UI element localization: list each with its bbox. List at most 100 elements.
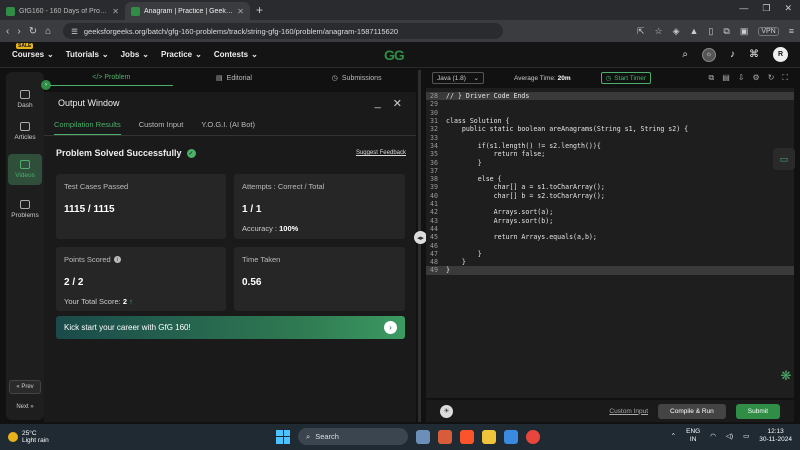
close-icon[interactable]: ✕	[393, 97, 402, 110]
code-line[interactable]: 47 }	[426, 250, 794, 258]
tab-compilation-results[interactable]: Compilation Results	[54, 115, 121, 135]
site-info-icon[interactable]: ☰	[71, 27, 78, 36]
info-icon[interactable]: i	[113, 256, 121, 263]
chat-icon[interactable]: ▭	[773, 148, 795, 170]
menu-contests[interactable]: Contests ⌄	[214, 50, 258, 59]
code-line[interactable]: 38 else {	[426, 175, 794, 183]
new-tab-button[interactable]: +	[256, 3, 263, 17]
sidebar-item-dash[interactable]: Dash	[8, 90, 42, 109]
custom-input-link[interactable]: Custom Input	[609, 408, 648, 415]
vpn-button[interactable]: VPN	[758, 26, 779, 36]
menu-courses[interactable]: SALE Courses ⌄	[12, 43, 54, 59]
menu-practice[interactable]: Practice ⌄	[161, 50, 202, 59]
code-line[interactable]: 49}	[426, 266, 794, 275]
code-line[interactable]: 30	[426, 109, 794, 117]
avatar[interactable]: R	[773, 47, 788, 62]
code-line[interactable]: 29	[426, 100, 794, 108]
code-line[interactable]: 44	[426, 225, 794, 233]
battery-icon[interactable]: ▭	[743, 432, 749, 440]
rewards-icon[interactable]: ▲	[690, 26, 699, 36]
browser-tab-anagram[interactable]: Anagram | Practice | GeeksforGe ✕	[125, 2, 250, 20]
code-line[interactable]: 32 public static boolean areAnagrams(Str…	[426, 125, 794, 133]
bookmark-icon[interactable]: ☆	[655, 26, 663, 37]
lightbulb-icon[interactable]: ☀	[440, 404, 453, 418]
clock[interactable]: 12:13 30-11-2024	[759, 428, 792, 444]
back-icon[interactable]: ‹	[6, 26, 9, 37]
sidebar-item-videos[interactable]: Videos	[8, 154, 42, 185]
code-line[interactable]: 41	[426, 200, 794, 208]
maximize-icon[interactable]: ❐	[762, 3, 770, 14]
code-line[interactable]: 48 }	[426, 258, 794, 266]
code-line[interactable]: 40 char[] b = s2.toCharArray();	[426, 192, 794, 200]
tab-problem[interactable]: </> Problem	[50, 70, 173, 86]
input-language[interactable]: ENG IN	[686, 428, 700, 444]
close-window-icon[interactable]: ✕	[784, 3, 792, 14]
extensions-icon[interactable]: ⧉	[723, 26, 729, 37]
url-field[interactable]: ☰ geeksforgeeks.org/batch/gfg-160-proble…	[63, 23, 504, 39]
sidebar-item-articles[interactable]: Articles	[8, 122, 42, 141]
reload-icon[interactable]: ↻	[29, 26, 37, 37]
code-line[interactable]: 42 Arrays.sort(a);	[426, 208, 794, 216]
browser-tab-gfg160[interactable]: GfG160 - 160 Days of Problem Solv ✕	[0, 2, 125, 20]
taskbar-search[interactable]: ⌕ Search	[298, 428, 408, 445]
code-line[interactable]: 43 Arrays.sort(b);	[426, 217, 794, 225]
compile-run-button[interactable]: Compile & Run	[658, 403, 726, 419]
minimize-icon[interactable]: —	[739, 3, 748, 14]
forward-icon[interactable]: ›	[17, 26, 20, 37]
brave-shield-icon[interactable]: ◈	[673, 26, 680, 37]
chevron-up-icon[interactable]: ⌃	[671, 432, 676, 440]
sidebar-item-problems[interactable]: Problems	[8, 200, 42, 219]
code-line[interactable]: 36 }	[426, 158, 794, 167]
copy-icon[interactable]: ⧉	[709, 73, 715, 83]
code-line[interactable]: 45 return Arrays.equals(a,b);	[426, 233, 794, 241]
language-select[interactable]: Java (1.8) ⌄	[432, 72, 484, 84]
code-line[interactable]: 35 return false;	[426, 150, 794, 158]
code-line[interactable]: 28 // } Driver Code Ends	[426, 92, 794, 101]
share-icon[interactable]: ⇱	[637, 26, 645, 37]
tab-yogi-ai-bot[interactable]: Y.O.G.I. (AI Bot)	[201, 120, 255, 129]
office-icon[interactable]	[438, 429, 452, 444]
code-line[interactable]: 46	[426, 241, 794, 250]
wallet-icon[interactable]: ▣	[740, 26, 749, 37]
file-explorer-icon[interactable]	[482, 429, 496, 444]
gfg-logo[interactable]: GG	[384, 47, 405, 63]
pane-divider[interactable]	[418, 70, 421, 422]
settings-icon[interactable]: ⚙	[753, 73, 760, 83]
code-line[interactable]: 39 char[] a = s1.toCharArray();	[426, 183, 794, 191]
menu-tutorials[interactable]: Tutorials ⌄	[66, 50, 109, 59]
download-icon[interactable]: ⇩	[738, 73, 745, 83]
minimize-icon[interactable]: _	[375, 97, 381, 110]
translate-icon[interactable]: ⌘	[749, 49, 759, 60]
menu-icon[interactable]: ≡	[789, 26, 794, 36]
submit-button[interactable]: Submit	[735, 403, 780, 419]
close-tab-icon[interactable]: ✕	[237, 7, 244, 16]
gfg-assistant-icon[interactable]: ❋	[778, 368, 794, 384]
code-editor[interactable]: 28 // } Driver Code Ends 29 30 31 class Solut…	[426, 88, 794, 398]
store-icon[interactable]	[504, 429, 518, 444]
prev-button[interactable]: « Prev	[9, 380, 41, 394]
close-tab-icon[interactable]: ✕	[112, 7, 119, 16]
notification-bell-icon[interactable]: ♪	[730, 49, 735, 60]
volume-icon[interactable]: ◁)	[726, 432, 733, 440]
tab-custom-input[interactable]: Custom Input	[139, 120, 184, 129]
code-line[interactable]: 31 class Solution {	[426, 117, 794, 125]
code-line[interactable]: 33	[426, 134, 794, 142]
arrow-right-icon[interactable]: ›	[384, 321, 397, 334]
start-timer-button[interactable]: ◷ Start Timer	[600, 72, 652, 84]
theme-toggle-icon[interactable]: ☼	[702, 47, 716, 62]
reset-icon[interactable]: ↻	[768, 73, 775, 83]
career-banner[interactable]: Kick start your career with GfG 160! ›	[56, 316, 405, 339]
task-view-icon[interactable]	[416, 429, 430, 444]
file-icon[interactable]: ▤	[722, 73, 730, 83]
windows-start-icon[interactable]	[276, 429, 290, 444]
chrome-icon[interactable]	[526, 429, 540, 444]
tab-editorial[interactable]: ▤ Editorial	[173, 70, 296, 86]
home-icon[interactable]: ⌂	[45, 26, 51, 37]
tab-submissions[interactable]: ◷ Submissions	[295, 70, 418, 86]
code-line[interactable]: 37	[426, 167, 794, 175]
search-icon[interactable]: ⌕	[682, 49, 688, 60]
next-button[interactable]: Next »	[9, 400, 41, 414]
fullscreen-icon[interactable]: ⛶	[782, 73, 788, 83]
brave-browser-icon[interactable]	[460, 429, 474, 444]
sidebar-icon[interactable]: ▯	[708, 26, 713, 37]
